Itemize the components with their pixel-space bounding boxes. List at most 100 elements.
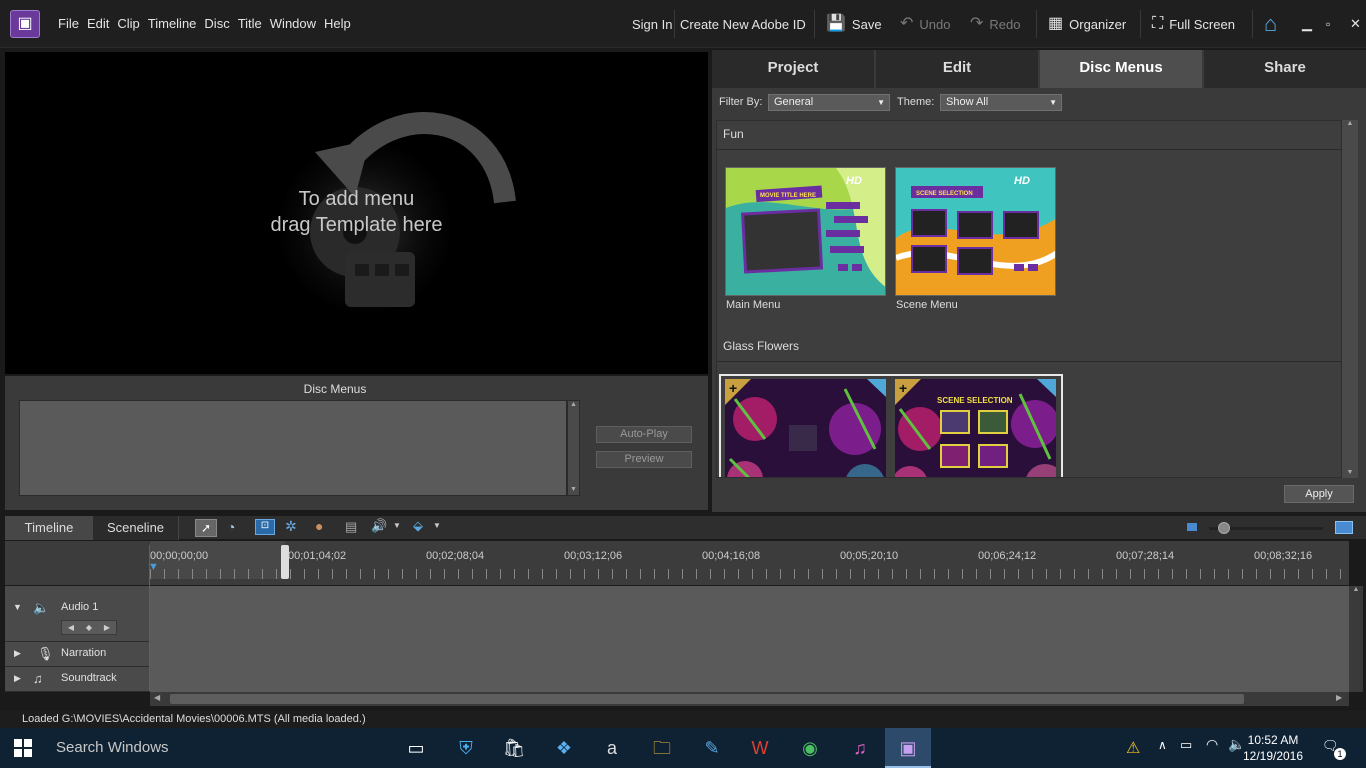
theme-dropdown[interactable]: Show All ▼ [940, 94, 1062, 111]
battery-icon[interactable]: ▭ [1180, 737, 1192, 753]
menu-help[interactable]: Help [320, 0, 355, 48]
start-button[interactable] [0, 728, 46, 768]
redo-button[interactable]: ↷ Redo [970, 0, 1020, 48]
full-screen-button[interactable]: ⛶ Full Screen [1152, 0, 1235, 48]
template-scrollbar[interactable]: ▲ ▼ [1342, 120, 1358, 478]
filter-dropdown[interactable]: General ▼ [768, 94, 890, 111]
template-caption: Main Menu [726, 299, 781, 311]
auto-play-button[interactable]: Auto-Play [596, 426, 692, 443]
menu-window[interactable]: Window [266, 0, 320, 48]
zoom-in-icon[interactable] [1335, 521, 1353, 534]
menu-edit[interactable]: Edit [83, 0, 113, 48]
apply-button[interactable]: Apply [1284, 485, 1354, 503]
itunes-icon[interactable]: ♫ [846, 734, 874, 762]
tab-edit[interactable]: Edit [876, 50, 1038, 88]
keyframe-nav[interactable]: ◀ ◆ ▶ [61, 620, 117, 635]
template-glass-flowers-scene[interactable]: SCENE SELECTION + [895, 379, 1056, 477]
amazon-icon[interactable]: a [598, 734, 626, 762]
timeline-horizontal-scrollbar[interactable]: ◀ ▶ [150, 692, 1349, 706]
sign-in-link[interactable]: Sign In [632, 0, 672, 48]
speaker-icon[interactable]: 🔈 [33, 600, 49, 616]
timeline-header: Timeline Sceneline ➚ ◔ ⊡ ✲ ● ▤ 🔊 ▼ ⬙ ▼ [5, 516, 1366, 540]
menu-disc[interactable]: Disc [200, 0, 233, 48]
alert-icon[interactable]: ⚠ [1126, 738, 1140, 758]
minimize-icon[interactable]: ▁ [1302, 0, 1312, 48]
maximize-icon[interactable]: ▫ [1326, 0, 1330, 48]
undo-button[interactable]: ↶ Undo [900, 0, 950, 48]
disc-menus-list[interactable] [19, 400, 567, 496]
close-icon[interactable]: ✕ [1350, 0, 1361, 48]
app-logo-icon[interactable]: ▣ [10, 10, 40, 38]
scroll-down-icon[interactable]: ▼ [568, 486, 579, 493]
prev-keyframe-icon[interactable]: ◀ [68, 623, 74, 632]
chevron-up-icon[interactable]: ∧ [1158, 738, 1167, 752]
narration-tool-icon[interactable]: ● [315, 518, 323, 534]
chevron-down-icon[interactable]: ▼ [393, 521, 401, 530]
timeline-vertical-scrollbar[interactable]: ▲ [1349, 586, 1363, 692]
zoom-slider-handle[interactable] [1218, 522, 1230, 534]
scroll-right-icon[interactable]: ▶ [1336, 693, 1342, 702]
scroll-left-icon[interactable]: ◀ [154, 693, 160, 702]
save-button[interactable]: 💾 Save [826, 0, 882, 48]
tab-timeline[interactable]: Timeline [5, 516, 93, 540]
audio-mixer-icon[interactable]: ▤ [345, 519, 357, 535]
time-stretch-icon[interactable]: ◔ [227, 519, 235, 535]
timeline-tracks-area[interactable] [150, 586, 1349, 692]
scroll-up-icon[interactable]: ▲ [568, 401, 579, 408]
task-view-icon[interactable]: ▭ [402, 734, 430, 762]
timeline-ruler[interactable]: 00;00;00;00 00;01;04;02 00;02;08;04 00;0… [5, 541, 1349, 585]
chevron-down-icon[interactable]: ▼ [13, 602, 22, 612]
selection-tool-icon[interactable]: ➚ [195, 519, 217, 537]
menu-clip[interactable]: Clip [113, 0, 143, 48]
create-id-link[interactable]: Create New Adobe ID [680, 0, 806, 48]
add-keyframe-icon[interactable]: ◆ [86, 623, 92, 632]
chrome-icon[interactable]: ◉ [796, 734, 824, 762]
preview-button[interactable]: Preview [596, 451, 692, 468]
music-icon[interactable]: ♫ [33, 671, 43, 686]
tab-sceneline[interactable]: Sceneline [93, 516, 179, 540]
smart-mix-icon[interactable]: ✲ [285, 518, 297, 535]
template-scene-menu[interactable]: SCENE SELECTION HD [895, 167, 1056, 296]
marker-icon[interactable]: ⬙ [413, 518, 423, 534]
organizer-button[interactable]: ▦ Organizer [1048, 0, 1126, 48]
clock-date: 12/19/2016 [1242, 749, 1304, 763]
scroll-up-icon[interactable]: ▲ [1349, 586, 1363, 593]
scroll-up-icon[interactable]: ▲ [1342, 120, 1358, 127]
dropbox-icon[interactable]: ❖ [550, 734, 578, 762]
template-glass-flowers-main[interactable]: + [725, 379, 886, 477]
chevron-right-icon[interactable]: ▶ [14, 648, 21, 659]
taskbar-search[interactable]: Search Windows [46, 728, 390, 768]
disc-menus-scrollbar[interactable]: ▲ ▼ [567, 400, 580, 496]
scrollbar-thumb[interactable] [170, 694, 1244, 704]
file-explorer-icon[interactable]: 🗀 [648, 734, 676, 762]
store-icon[interactable]: 🛍 [500, 734, 528, 762]
premiere-elements-taskbar-button[interactable]: ▣ [885, 728, 931, 768]
theme-value: Show All [946, 96, 989, 108]
template-gallery[interactable]: Fun MOVIE TITLE HERE HD Main Menu SCENE … [716, 120, 1342, 478]
microphone-icon[interactable]: 🎙 [37, 646, 54, 662]
template-main-menu[interactable]: MOVIE TITLE HERE HD [725, 167, 886, 296]
tab-project[interactable]: Project [712, 50, 874, 88]
next-keyframe-icon[interactable]: ▶ [104, 623, 110, 632]
clock[interactable]: 10:52 AM 12/19/2016 [1240, 732, 1306, 764]
chevron-down-icon[interactable]: ▼ [433, 521, 441, 530]
menu-file[interactable]: File [54, 0, 83, 48]
zoom-out-icon[interactable] [1187, 523, 1197, 531]
category-fun: Fun [723, 127, 744, 141]
tab-disc-menus[interactable]: Disc Menus [1040, 50, 1202, 88]
home-icon[interactable]: ⌂ [1264, 0, 1277, 48]
pen-tool-icon[interactable]: ✎ [698, 734, 726, 762]
volume-icon[interactable]: 🔊 [371, 518, 387, 534]
chevron-right-icon[interactable]: ▶ [14, 673, 21, 684]
menu-title[interactable]: Title [234, 0, 266, 48]
scroll-down-icon[interactable]: ▼ [1342, 469, 1358, 476]
menu-timeline[interactable]: Timeline [144, 0, 201, 48]
tab-share[interactable]: Share [1204, 50, 1366, 88]
divider [1036, 10, 1037, 38]
playhead-line[interactable] [149, 545, 150, 691]
windows-logo-icon [14, 739, 32, 757]
wifi-icon[interactable]: ◠ [1206, 736, 1218, 753]
wps-office-icon[interactable]: W [746, 734, 774, 762]
smart-trim-icon[interactable]: ⊡ [255, 519, 275, 535]
defender-icon[interactable]: ⛨ [452, 734, 480, 762]
